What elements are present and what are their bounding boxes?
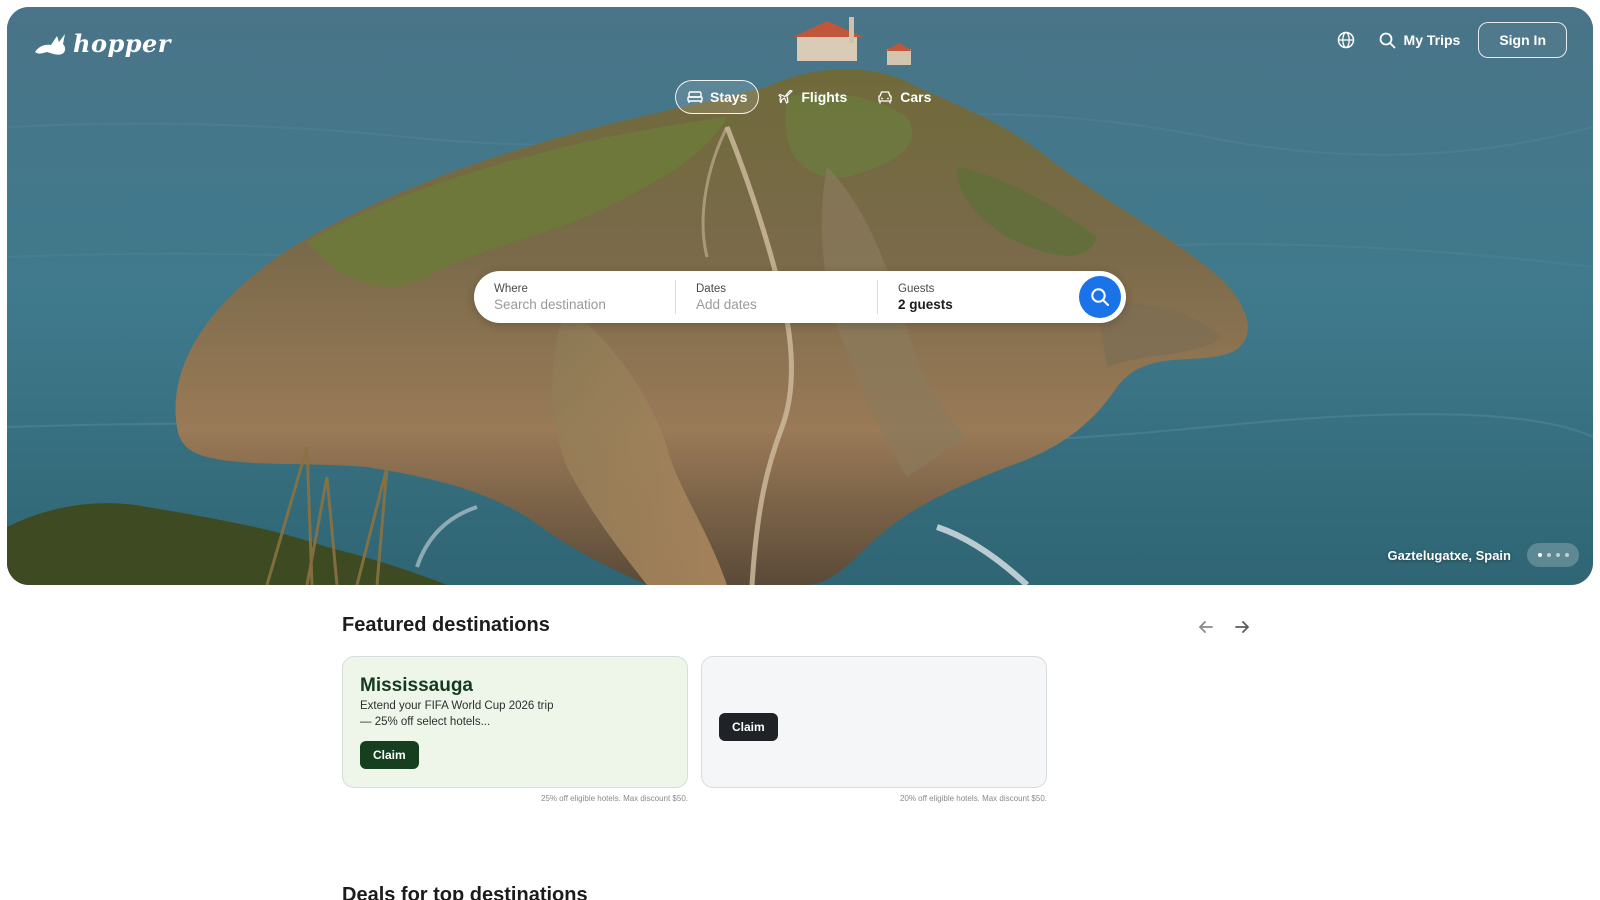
tab-cars-label: Cars — [900, 89, 932, 105]
card-description: Extend your FIFA World Cup 2026 trip — 2… — [360, 700, 554, 728]
guests-value[interactable]: 2 guests — [898, 297, 1059, 312]
tab-stays[interactable]: Stays — [675, 80, 760, 114]
where-input[interactable]: Search destination — [494, 297, 655, 312]
featured-card-2[interactable]: Claim — [701, 656, 1047, 788]
carousel-dot[interactable] — [1537, 553, 1542, 557]
dates-label: Dates — [696, 282, 727, 295]
tab-cars[interactable]: Cars — [866, 81, 942, 113]
featured-destinations-heading: Featured destinations — [342, 614, 550, 636]
hero-banner: hopper My Trips Sign In Stays Flights Ca… — [7, 7, 1593, 585]
claim-button[interactable]: Claim — [719, 713, 778, 741]
carousel-dot[interactable] — [1564, 553, 1569, 557]
bed-icon — [687, 91, 703, 103]
my-trips-link[interactable]: My Trips — [1379, 32, 1461, 49]
deals-heading: Deals for top destinations — [342, 884, 588, 900]
carousel-indicator[interactable] — [1527, 543, 1579, 567]
card-fine-print: 25% off eligible hotels. Max discount $5… — [540, 794, 688, 803]
search-button[interactable] — [1079, 276, 1121, 318]
next-button[interactable] — [1233, 618, 1251, 636]
brand-name: hopper — [73, 29, 171, 58]
guests-label: Guests — [898, 282, 935, 295]
arrow-right-icon — [1235, 621, 1249, 633]
travel-mode-tabs: Stays Flights Cars — [675, 80, 942, 114]
guests-field[interactable]: Guests 2 guests — [877, 280, 1079, 314]
where-label: Where — [494, 282, 528, 295]
image-location-caption: Gaztelugatxe, Spain — [1387, 548, 1511, 563]
featured-card-mississauga[interactable]: Mississauga Extend your FIFA World Cup 2… — [342, 656, 688, 788]
my-trips-label: My Trips — [1403, 32, 1461, 48]
car-icon — [878, 90, 892, 103]
arrow-left-icon — [1199, 621, 1213, 633]
featured-carousel-arrows — [1197, 618, 1251, 636]
where-field[interactable]: Where Search destination — [474, 280, 675, 314]
card-fine-print: 20% off eligible hotels. Max discount $5… — [899, 794, 1047, 803]
claim-button[interactable]: Claim — [360, 741, 419, 769]
airplane-icon — [778, 89, 793, 104]
carousel-dot[interactable] — [1555, 553, 1560, 557]
hopper-logo[interactable]: hopper — [33, 29, 171, 58]
previous-button[interactable] — [1197, 618, 1215, 636]
tab-flights-label: Flights — [801, 89, 848, 105]
bunny-icon — [35, 33, 66, 55]
search-icon — [1091, 288, 1109, 306]
dates-input[interactable]: Add dates — [696, 297, 857, 312]
search-icon — [1379, 32, 1395, 48]
globe-icon — [1337, 31, 1354, 49]
language-button[interactable] — [1331, 25, 1361, 55]
search-bar: Where Search destination Dates Add dates… — [474, 271, 1126, 323]
card-title: Mississauga — [360, 675, 473, 696]
tab-flights[interactable]: Flights — [767, 81, 858, 113]
top-navigation: My Trips Sign In — [1331, 22, 1567, 58]
carousel-dot[interactable] — [1546, 553, 1551, 557]
dates-field[interactable]: Dates Add dates — [675, 280, 877, 314]
tab-stays-label: Stays — [710, 89, 748, 105]
sign-in-button[interactable]: Sign In — [1478, 22, 1567, 58]
